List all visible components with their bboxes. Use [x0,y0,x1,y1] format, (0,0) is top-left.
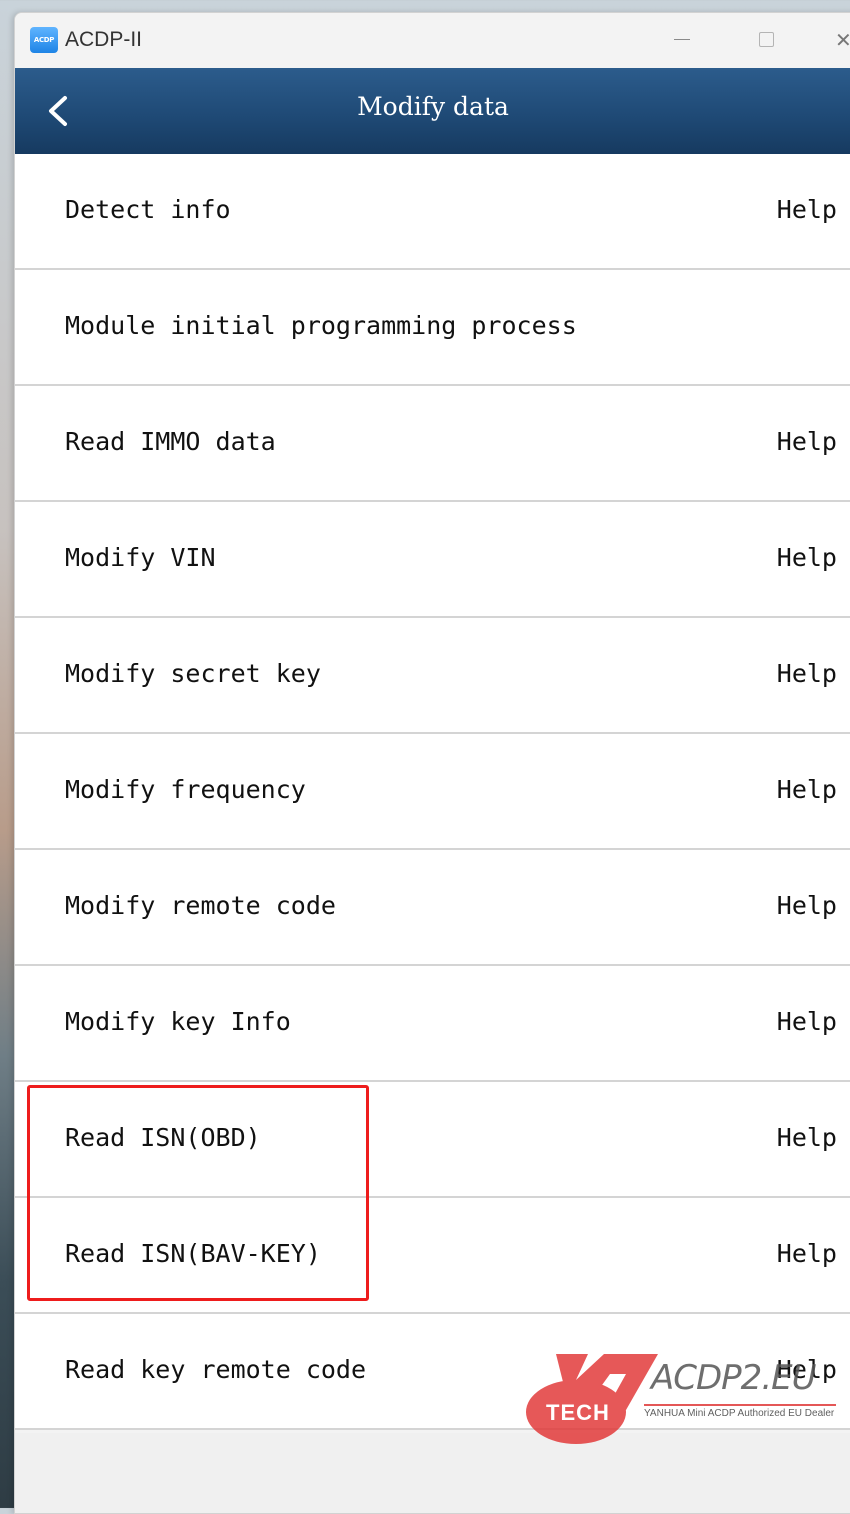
item-label: Read ISN(OBD) [65,1123,261,1152]
yh-tech-logo [526,1354,658,1444]
item-label: Detect info [65,195,231,224]
window-title: ACDP-II [65,28,143,51]
item-label: Module initial programming process [65,311,577,340]
list-item-modify-key-info[interactable]: Modify key Info Help [15,966,850,1082]
list-item-read-immo-data[interactable]: Read IMMO data Help [15,386,850,502]
item-label: Modify secret key [65,659,321,688]
help-link[interactable]: Help [777,195,837,224]
list-item-read-isn-obd[interactable]: Read ISN(OBD) Help [15,1082,850,1198]
list-item-modify-vin[interactable]: Modify VIN Help [15,502,850,618]
help-link[interactable]: Help [777,891,837,920]
help-link[interactable]: Help [777,543,837,572]
list-item-module-initial-programming[interactable]: Module initial programming process [15,270,850,386]
function-list: Detect info Help Module initial programm… [15,154,850,1430]
help-link[interactable]: Help [777,775,837,804]
watermark-tech: TECH [546,1400,610,1425]
item-label: Modify remote code [65,891,336,920]
help-link[interactable]: Help [777,427,837,456]
help-link[interactable]: Help [777,1123,837,1152]
item-label: Modify frequency [65,775,306,804]
list-item-modify-frequency[interactable]: Modify frequency Help [15,734,850,850]
maximize-button[interactable] [752,27,782,53]
close-button[interactable]: ✕ [835,27,850,53]
watermark-tagline: YANHUA Mini ACDP Authorized EU Dealer [644,1408,835,1419]
item-label: Modify VIN [65,543,216,572]
watermark: TECH ACDP2.EU YANHUA Mini ACDP Authorize… [526,1350,846,1450]
page-header: Modify data [15,68,850,154]
list-item-modify-secret-key[interactable]: Modify secret key Help [15,618,850,734]
help-link[interactable]: Help [777,1007,837,1036]
item-label: Read ISN(BAV-KEY) [65,1239,321,1268]
item-label: Modify key Info [65,1007,291,1036]
list-item-detect-info[interactable]: Detect info Help [15,154,850,270]
app-icon: ACDP [30,27,58,53]
watermark-divider [644,1404,836,1406]
item-label: Read key remote code [65,1355,367,1384]
page-title: Modify data [357,92,509,121]
app-window: ACDP ACDP-II ✕ Modify data Detect info H… [14,12,850,1514]
help-link[interactable]: Help [777,659,837,688]
watermark-brand: ACDP2.EU [651,1358,816,1398]
list-item-modify-remote-code[interactable]: Modify remote code Help [15,850,850,966]
help-link[interactable]: Help [777,1239,837,1268]
item-label: Read IMMO data [65,427,276,456]
minimize-button[interactable] [668,27,698,53]
list-item-read-isn-bav-key[interactable]: Read ISN(BAV-KEY) Help [15,1198,850,1314]
title-bar: ACDP ACDP-II ✕ [15,13,850,68]
